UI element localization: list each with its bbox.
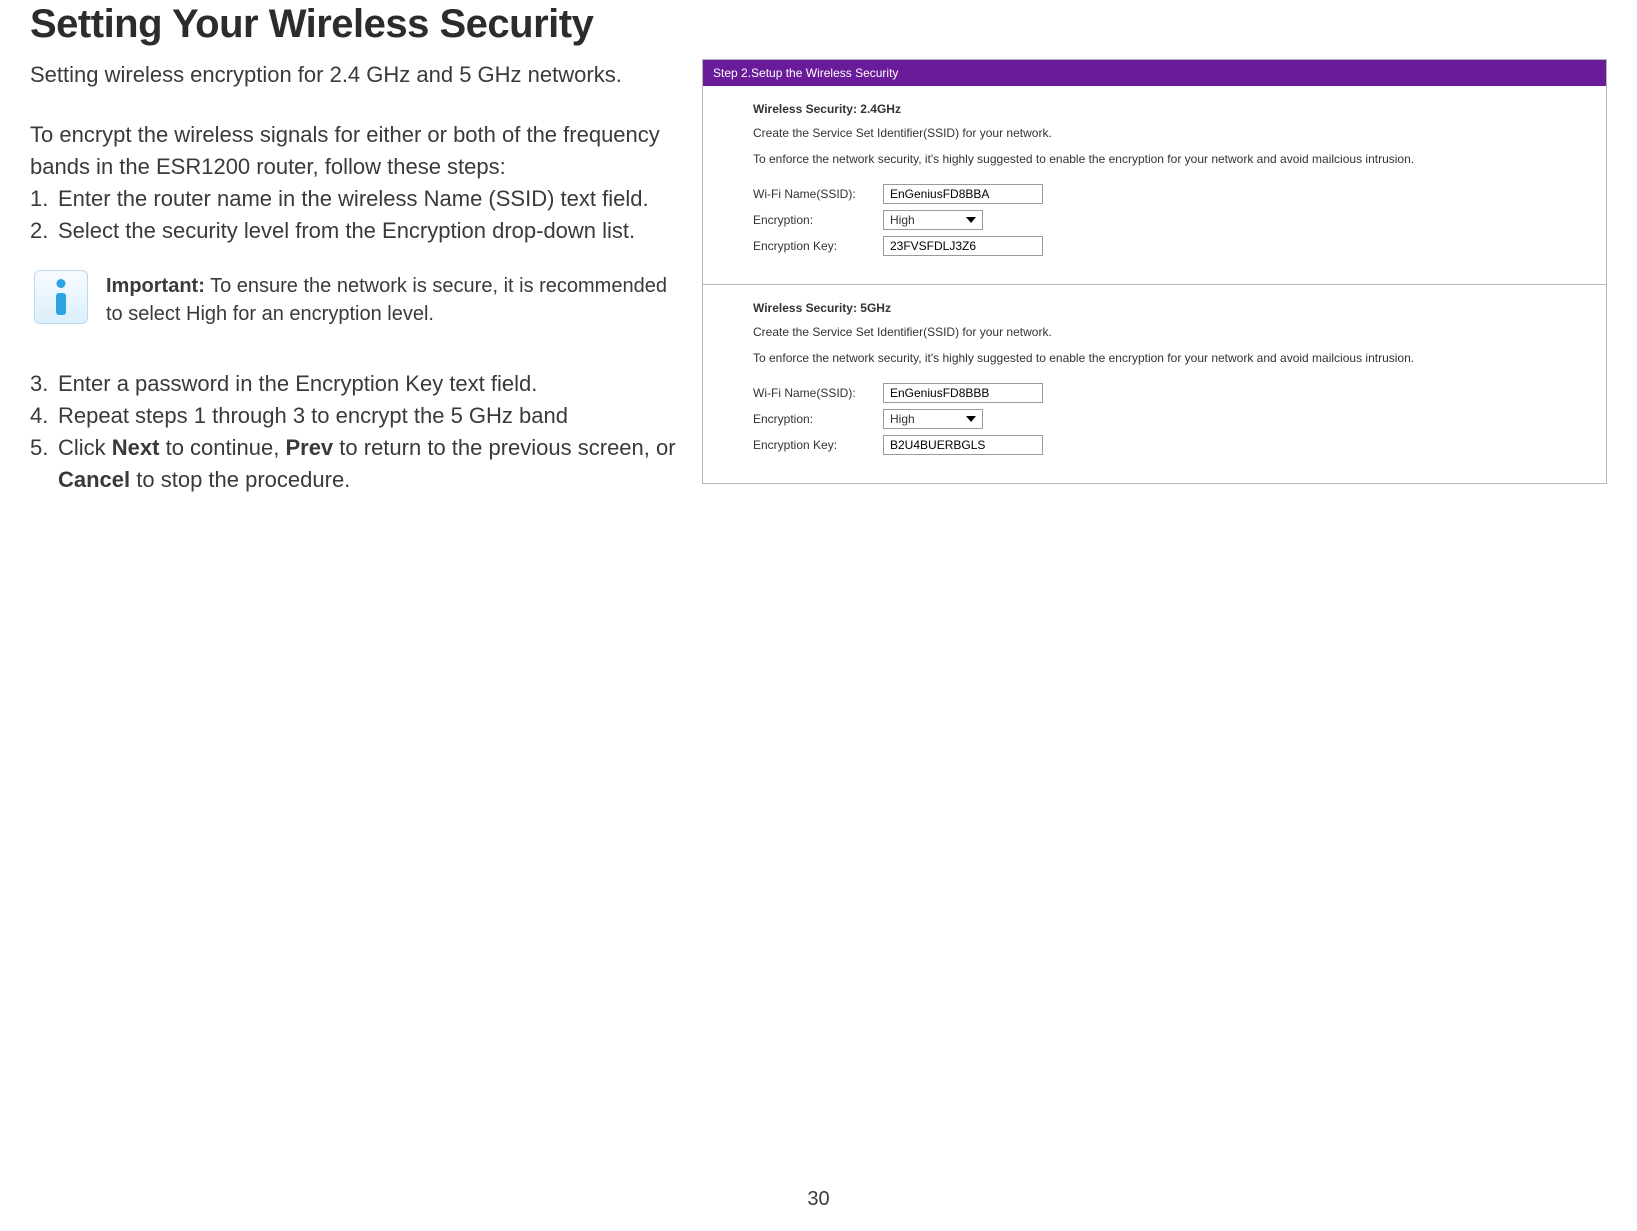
- label-encryption-5: Encryption:: [753, 412, 883, 426]
- important-callout: Important: To ensure the network is secu…: [30, 258, 678, 340]
- step-text: Select the security level from the Encry…: [58, 215, 635, 247]
- section-desc2-5: To enforce the network security, it's hi…: [753, 351, 1576, 365]
- label-key-24: Encryption Key:: [753, 239, 883, 253]
- step5-post: to stop the procedure.: [130, 467, 350, 492]
- info-icon: [34, 270, 88, 324]
- step-text: Click Next to continue, Prev to return t…: [58, 432, 678, 496]
- step-1: 1. Enter the router name in the wireless…: [30, 183, 678, 215]
- row-encryption-24: Encryption: High: [753, 210, 1576, 230]
- section-desc1-5: Create the Service Set Identifier(SSID) …: [753, 325, 1576, 339]
- steps-group-b: 3. Enter a password in the Encryption Ke…: [30, 368, 678, 496]
- chevron-down-icon: [966, 217, 976, 223]
- step-number: 2.: [30, 215, 58, 247]
- label-ssid-5: Wi-Fi Name(SSID):: [753, 386, 883, 400]
- step-text: Repeat steps 1 through 3 to encrypt the …: [58, 400, 568, 432]
- cancel-label: Cancel: [58, 467, 130, 492]
- chevron-down-icon: [966, 416, 976, 422]
- important-text: Important: To ensure the network is secu…: [106, 270, 674, 328]
- wizard-screenshot: Step 2.Setup the Wireless Security Wirel…: [702, 59, 1607, 484]
- step-number: 1.: [30, 183, 58, 215]
- instructions-column: Setting wireless encryption for 2.4 GHz …: [30, 59, 678, 496]
- step-text: Enter a password in the Encryption Key t…: [58, 368, 537, 400]
- intro-text: To encrypt the wireless signals for eith…: [30, 119, 678, 183]
- encryption-select-5[interactable]: High: [883, 409, 983, 429]
- step5-mid1: to continue,: [159, 435, 285, 460]
- step-number: 4.: [30, 400, 58, 432]
- key-input-5[interactable]: [883, 435, 1043, 455]
- key-input-24[interactable]: [883, 236, 1043, 256]
- row-ssid-5: Wi-Fi Name(SSID):: [753, 383, 1576, 403]
- section-5ghz: Wireless Security: 5GHz Create the Servi…: [703, 284, 1606, 483]
- subtitle: Setting wireless encryption for 2.4 GHz …: [30, 59, 678, 91]
- step5-mid2: to return to the previous screen, or: [333, 435, 675, 460]
- section-desc1-24: Create the Service Set Identifier(SSID) …: [753, 126, 1576, 140]
- ssid-input-24[interactable]: [883, 184, 1043, 204]
- wizard-panel: Step 2.Setup the Wireless Security Wirel…: [702, 59, 1607, 484]
- important-label: Important:: [106, 275, 205, 297]
- encryption-value-5: High: [890, 412, 915, 426]
- section-title-24: Wireless Security: 2.4GHz: [753, 102, 1576, 116]
- row-encryption-5: Encryption: High: [753, 409, 1576, 429]
- row-key-5: Encryption Key:: [753, 435, 1576, 455]
- next-label: Next: [112, 435, 160, 460]
- step-4: 4. Repeat steps 1 through 3 to encrypt t…: [30, 400, 678, 432]
- section-title-5: Wireless Security: 5GHz: [753, 301, 1576, 315]
- steps-group-a: 1. Enter the router name in the wireless…: [30, 183, 678, 247]
- step-2: 2. Select the security level from the En…: [30, 215, 678, 247]
- label-ssid-24: Wi-Fi Name(SSID):: [753, 187, 883, 201]
- section-24ghz: Wireless Security: 2.4GHz Create the Ser…: [703, 86, 1606, 284]
- encryption-select-24[interactable]: High: [883, 210, 983, 230]
- step5-pre: Click: [58, 435, 112, 460]
- content-columns: Setting wireless encryption for 2.4 GHz …: [30, 59, 1607, 496]
- prev-label: Prev: [285, 435, 333, 460]
- row-key-24: Encryption Key:: [753, 236, 1576, 256]
- step-number: 3.: [30, 368, 58, 400]
- step-text: Enter the router name in the wireless Na…: [58, 183, 649, 215]
- label-key-5: Encryption Key:: [753, 438, 883, 452]
- step-5: 5. Click Next to continue, Prev to retur…: [30, 432, 678, 496]
- page-title: Setting Your Wireless Security: [30, 0, 1607, 59]
- encryption-value-24: High: [890, 213, 915, 227]
- label-encryption-24: Encryption:: [753, 213, 883, 227]
- ssid-input-5[interactable]: [883, 383, 1043, 403]
- page-number: 30: [807, 1188, 829, 1211]
- row-ssid-24: Wi-Fi Name(SSID):: [753, 184, 1576, 204]
- step-number: 5.: [30, 432, 58, 496]
- step-3: 3. Enter a password in the Encryption Ke…: [30, 368, 678, 400]
- wizard-header: Step 2.Setup the Wireless Security: [703, 60, 1606, 86]
- section-desc2-24: To enforce the network security, it's hi…: [753, 152, 1576, 166]
